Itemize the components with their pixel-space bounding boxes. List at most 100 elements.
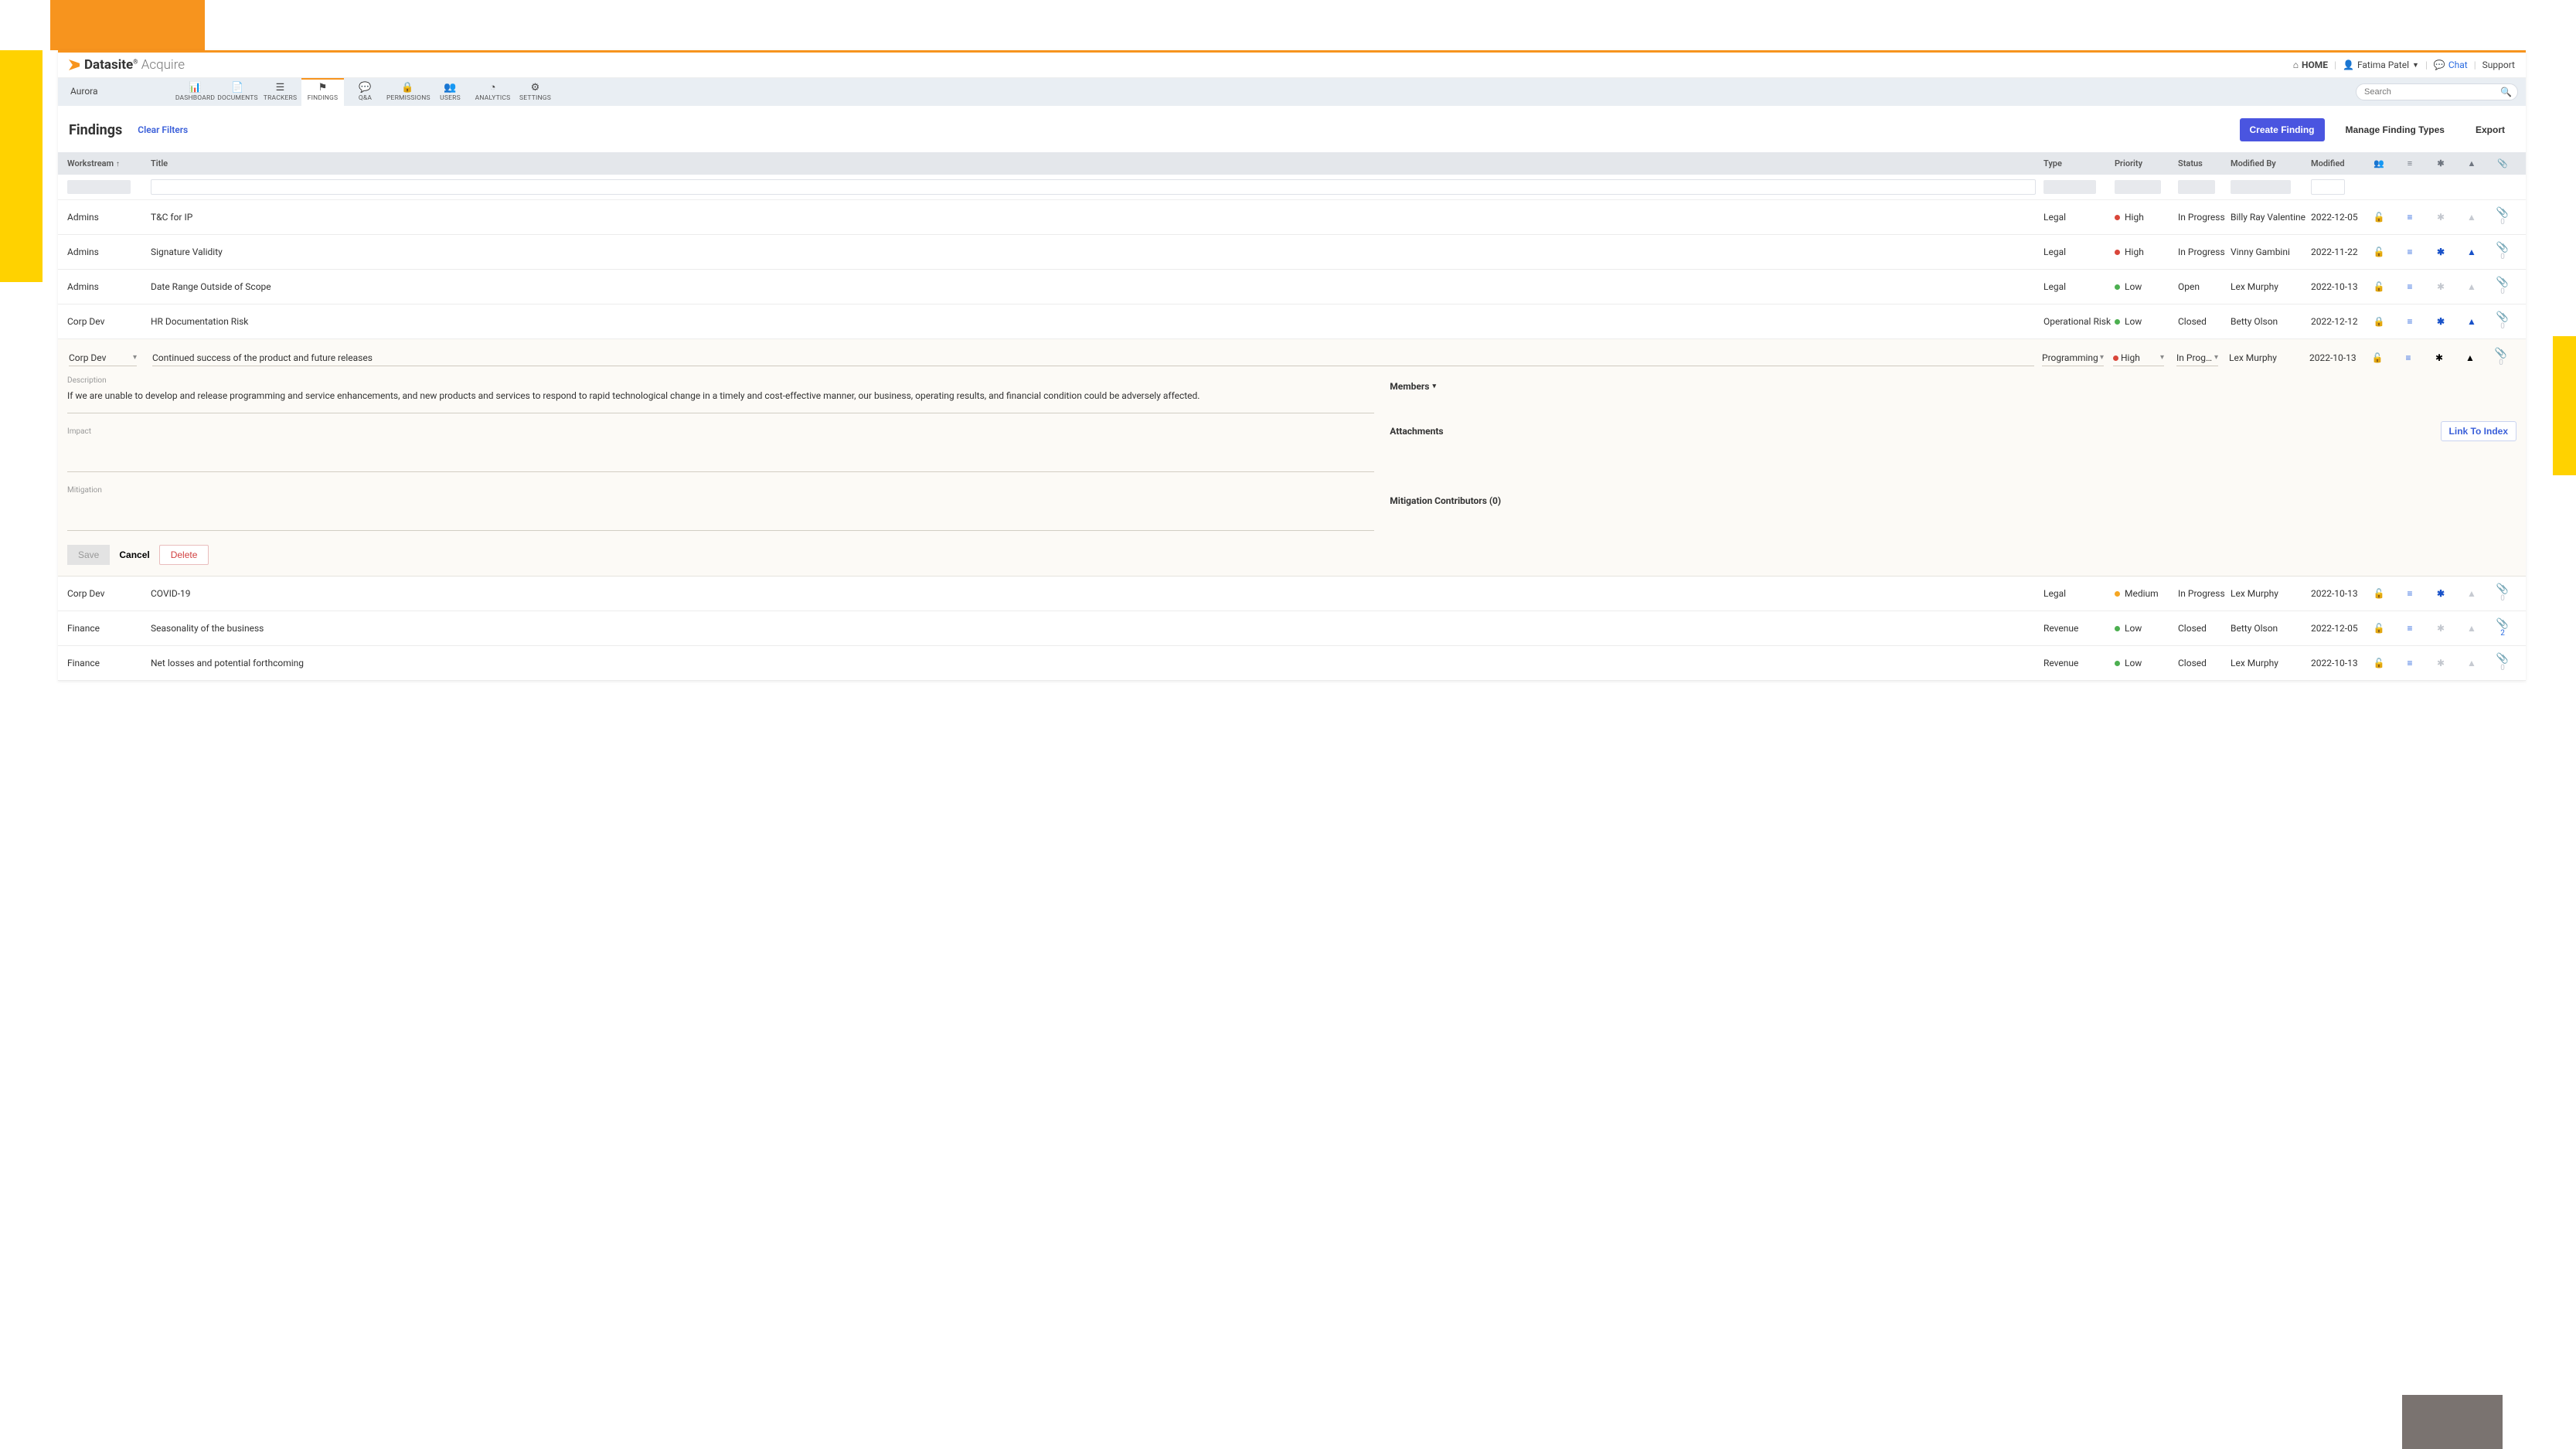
list-icon[interactable]: ≡ xyxy=(2407,212,2412,223)
star-icon[interactable]: ✱ xyxy=(2437,658,2445,668)
delete-button[interactable]: Delete xyxy=(159,545,209,565)
list-icon[interactable]: ≡ xyxy=(2407,623,2412,634)
filter-type[interactable] xyxy=(2043,180,2096,194)
table-row[interactable]: Admins Date Range Outside of Scope Legal… xyxy=(58,270,2526,304)
list-icon[interactable]: ≡ xyxy=(2407,316,2412,327)
home-link[interactable]: ⌂ HOME xyxy=(2293,60,2328,70)
create-finding-button[interactable]: Create Finding xyxy=(2240,118,2325,141)
table-row[interactable]: Finance Net losses and potential forthco… xyxy=(58,646,2526,681)
col-members-icon[interactable]: 👥 xyxy=(2363,158,2394,168)
star-icon[interactable]: ✱ xyxy=(2437,588,2445,599)
col-priority[interactable]: Priority xyxy=(2115,158,2178,168)
lock-icon[interactable] xyxy=(2374,588,2385,599)
filter-modified[interactable] xyxy=(2311,179,2345,195)
clip-col[interactable]: 📎0 xyxy=(2486,349,2516,367)
col-warn-icon[interactable]: ▲ xyxy=(2456,158,2487,168)
tabs: 📊DASHBOARD📄DOCUMENTS☰TRACKERS⚑FINDINGS💬Q… xyxy=(174,78,556,106)
filter-status[interactable] xyxy=(2178,180,2215,194)
star-icon[interactable]: ✱ xyxy=(2437,247,2445,257)
warn-icon[interactable]: ▲ xyxy=(2465,352,2475,363)
cancel-button[interactable]: Cancel xyxy=(119,549,149,560)
priority-select[interactable]: High▾ xyxy=(2113,350,2164,366)
clear-filters[interactable]: Clear Filters xyxy=(138,124,188,135)
warn-icon[interactable]: ▲ xyxy=(2467,316,2476,327)
filter-modifiedby[interactable] xyxy=(2231,180,2291,194)
description-text[interactable]: If we are unable to develop and release … xyxy=(67,387,1374,413)
ws-select[interactable]: Corp Dev▾ xyxy=(69,350,137,366)
star-icon[interactable]: ✱ xyxy=(2437,623,2445,634)
lock-icon[interactable] xyxy=(2374,247,2385,257)
col-clip-icon[interactable]: 📎 xyxy=(2487,158,2518,168)
table-row[interactable]: Admins Signature Validity Legal High In … xyxy=(58,235,2526,270)
clip-col[interactable]: 📎0 xyxy=(2487,654,2518,672)
clip-col[interactable]: 📎0 xyxy=(2487,208,2518,226)
filter-ws[interactable] xyxy=(67,180,131,194)
clip-col[interactable]: 📎0 xyxy=(2487,312,2518,331)
tab-trackers[interactable]: ☰TRACKERS xyxy=(259,78,301,106)
filter-priority[interactable] xyxy=(2115,180,2161,194)
col-modified[interactable]: Modified xyxy=(2311,158,2363,168)
warn-icon[interactable]: ▲ xyxy=(2467,281,2476,292)
save-button[interactable]: Save xyxy=(67,545,110,565)
lock-icon[interactable] xyxy=(2374,623,2385,634)
list-icon[interactable]: ≡ xyxy=(2405,352,2411,363)
members-toggle[interactable]: Members ▾ xyxy=(1390,381,2516,392)
col-type[interactable]: Type xyxy=(2043,158,2115,168)
impact-text[interactable] xyxy=(67,438,1374,472)
logo-icon xyxy=(69,60,80,70)
lock-icon[interactable] xyxy=(2374,212,2385,223)
tab-findings[interactable]: ⚑FINDINGS xyxy=(301,78,344,106)
warn-icon[interactable]: ▲ xyxy=(2467,247,2476,257)
list-icon[interactable]: ≡ xyxy=(2407,658,2412,668)
table-row[interactable]: Corp Dev COVID-19 Legal Medium In Progre… xyxy=(58,577,2526,611)
clip-col[interactable]: 📎0 xyxy=(2487,243,2518,261)
lock-icon[interactable] xyxy=(2374,658,2385,668)
clip-col[interactable]: 📎0 xyxy=(2487,277,2518,296)
col-star-icon[interactable]: ✱ xyxy=(2425,158,2456,168)
tab-q&a[interactable]: 💬Q&A xyxy=(344,78,386,106)
warn-icon[interactable]: ▲ xyxy=(2467,588,2476,599)
lock-icon[interactable] xyxy=(2374,316,2385,327)
col-list-icon[interactable]: ≡ xyxy=(2394,158,2425,168)
clip-col[interactable]: 📎2 xyxy=(2487,619,2518,638)
mitigation-text[interactable] xyxy=(67,497,1374,531)
export-button[interactable]: Export xyxy=(2465,118,2515,141)
list-icon[interactable]: ≡ xyxy=(2407,247,2412,257)
star-icon[interactable]: ✱ xyxy=(2437,212,2445,223)
col-workstream[interactable]: Workstream ↑ xyxy=(66,158,151,168)
link-to-index-button[interactable]: Link To Index xyxy=(2441,421,2516,441)
table-row[interactable]: Admins T&C for IP Legal High In Progress… xyxy=(58,200,2526,235)
tab-users[interactable]: 👥USERS xyxy=(429,78,471,106)
filter-title-input[interactable] xyxy=(151,179,2036,195)
title-input[interactable]: Continued success of the product and fut… xyxy=(152,350,2034,366)
list-icon[interactable]: ≡ xyxy=(2407,281,2412,292)
lock-icon[interactable] xyxy=(2374,281,2385,292)
clip-col[interactable]: 📎0 xyxy=(2487,584,2518,603)
manage-types-button[interactable]: Manage Finding Types xyxy=(2336,118,2455,141)
col-status[interactable]: Status xyxy=(2178,158,2231,168)
tab-documents[interactable]: 📄DOCUMENTS xyxy=(216,78,259,106)
warn-icon[interactable]: ▲ xyxy=(2467,212,2476,223)
tab-analytics[interactable]: ◔ANALYTICS xyxy=(471,78,514,106)
star-icon[interactable]: ✱ xyxy=(2435,352,2443,363)
lock-icon[interactable] xyxy=(2372,352,2384,363)
tab-permissions[interactable]: 🔒PERMISSIONS xyxy=(386,78,429,106)
col-modifiedby[interactable]: Modified By xyxy=(2231,158,2311,168)
support-link[interactable]: Support xyxy=(2482,60,2515,70)
status-select[interactable]: In Prog…▾ xyxy=(2176,350,2218,366)
table-row[interactable]: Corp Dev HR Documentation Risk Operation… xyxy=(58,304,2526,339)
user-menu[interactable]: 👤 Fatima Patel ▼ xyxy=(2343,60,2419,70)
star-icon[interactable]: ✱ xyxy=(2437,316,2445,327)
tab-dashboard[interactable]: 📊DASHBOARD xyxy=(174,78,216,106)
tab-settings[interactable]: ⚙SETTINGS xyxy=(514,78,556,106)
type-select[interactable]: Programming▾ xyxy=(2042,350,2104,366)
warn-icon[interactable]: ▲ xyxy=(2467,623,2476,634)
chat-link[interactable]: 💬 Chat xyxy=(2434,60,2468,70)
col-title[interactable]: Title xyxy=(151,158,2043,168)
warn-icon[interactable]: ▲ xyxy=(2467,658,2476,668)
list-icon[interactable]: ≡ xyxy=(2407,588,2412,599)
star-icon[interactable]: ✱ xyxy=(2437,281,2445,292)
table-row[interactable]: Finance Seasonality of the business Reve… xyxy=(58,611,2526,646)
search-icon[interactable]: 🔍 xyxy=(2500,87,2512,97)
search-input[interactable] xyxy=(2356,83,2518,100)
